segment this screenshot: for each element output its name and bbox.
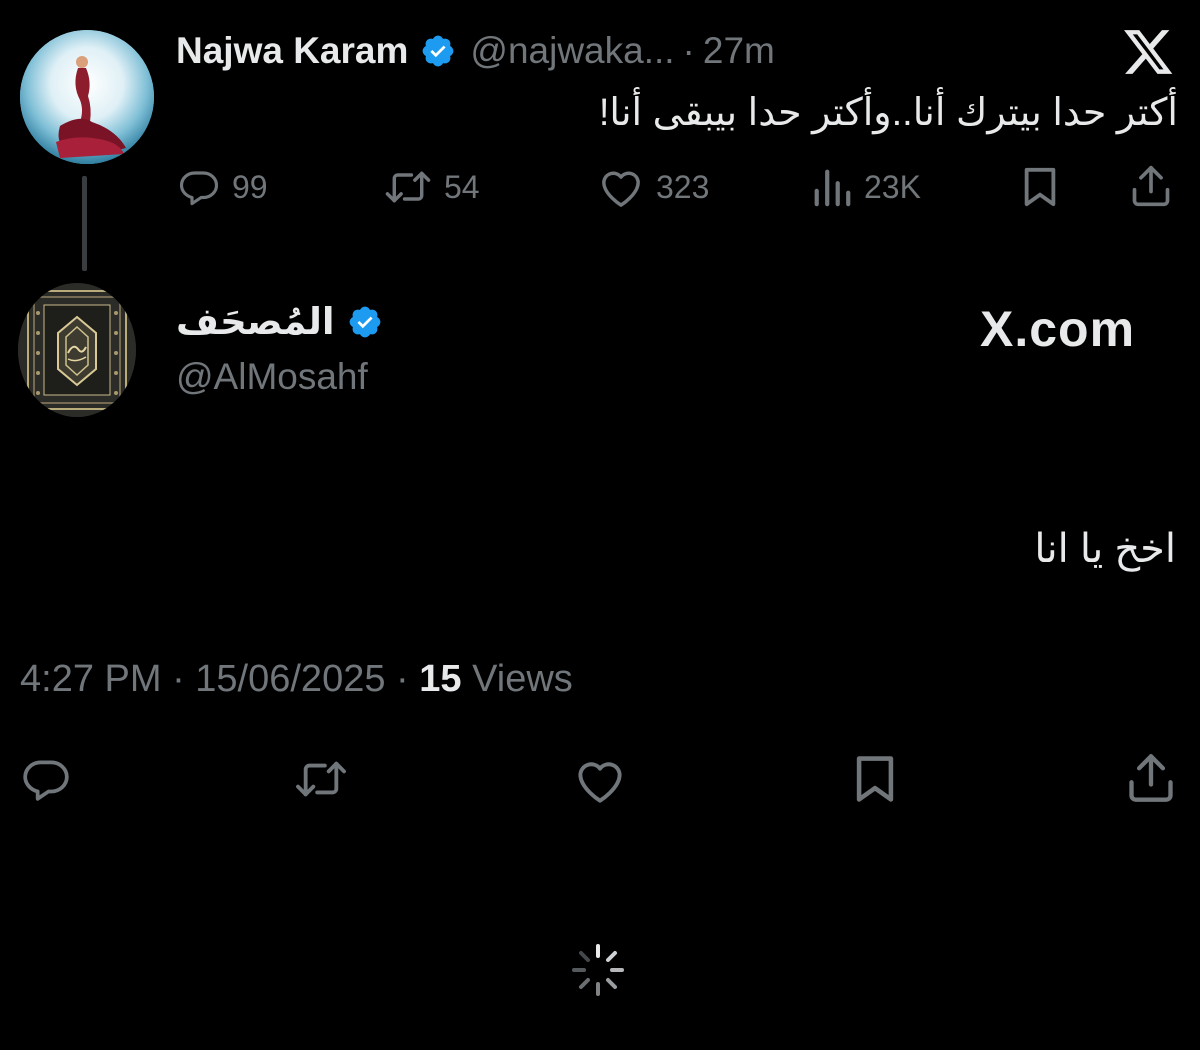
xcom-watermark: X.com [980, 301, 1136, 357]
singer-avatar-image [20, 30, 154, 164]
bookmark-icon [1024, 167, 1056, 207]
repost-count: 54 [444, 168, 480, 205]
verified-badge-icon [420, 33, 456, 69]
share-icon [1129, 754, 1173, 802]
views-count: 15 [419, 658, 462, 700]
views-label: Views [461, 658, 573, 700]
share-icon [1132, 165, 1170, 207]
loading-spinner-icon [570, 942, 626, 998]
share-button[interactable] [1126, 752, 1176, 809]
bookmark-button[interactable] [852, 754, 898, 809]
reply-icon [23, 760, 69, 801]
heart-icon [602, 171, 640, 207]
repost-button[interactable] [290, 756, 352, 807]
reply-button[interactable]: 99 [178, 166, 268, 208]
reply-button[interactable] [20, 754, 72, 809]
separator-dot: · [682, 30, 695, 71]
repost-icon [296, 761, 346, 797]
avatar[interactable] [20, 30, 154, 164]
bookmark-button[interactable] [1020, 166, 1060, 208]
views-count: 23K [864, 168, 921, 205]
reply-icon [179, 171, 219, 206]
like-count: 323 [656, 168, 710, 205]
heart-icon [578, 762, 622, 803]
thread-connector [82, 176, 87, 271]
tweet-meta: 4:27 PM · 15/06/2025 · 15 Views [20, 658, 573, 701]
share-button[interactable] [1130, 164, 1172, 208]
bookmark-icon [856, 756, 894, 802]
handle[interactable]: @najwaka... [470, 30, 674, 72]
verified-badge-icon [347, 304, 383, 340]
analytics-icon [814, 169, 851, 207]
reply-tweet-header: المُصحَف [176, 300, 397, 343]
handle[interactable]: @AlMosahf [176, 356, 368, 398]
quran-cover-avatar-image [18, 283, 136, 417]
reply-count: 99 [232, 168, 268, 205]
time-ago[interactable]: 27m [703, 30, 775, 72]
repost-button[interactable]: 54 [384, 166, 480, 208]
x-logo-icon [1124, 30, 1174, 81]
like-button[interactable] [572, 756, 628, 809]
avatar[interactable] [18, 283, 136, 417]
parent-tweet-header: Najwa Karam @najwaka... · 27m [176, 30, 775, 72]
views-button[interactable]: 23K [812, 166, 921, 208]
display-name[interactable]: المُصحَف [176, 300, 335, 343]
like-button[interactable]: 323 [598, 166, 709, 208]
display-name[interactable]: Najwa Karam [176, 30, 408, 72]
parent-tweet-text: أكتر حدا بيترك أنا..وأكتر حدا بيبقى أنا! [598, 92, 1178, 134]
repost-icon [385, 171, 431, 203]
reply-tweet-text: اخخ يا انا [1034, 527, 1176, 571]
timestamp[interactable]: 4:27 PM · 15/06/2025 · [20, 658, 419, 700]
